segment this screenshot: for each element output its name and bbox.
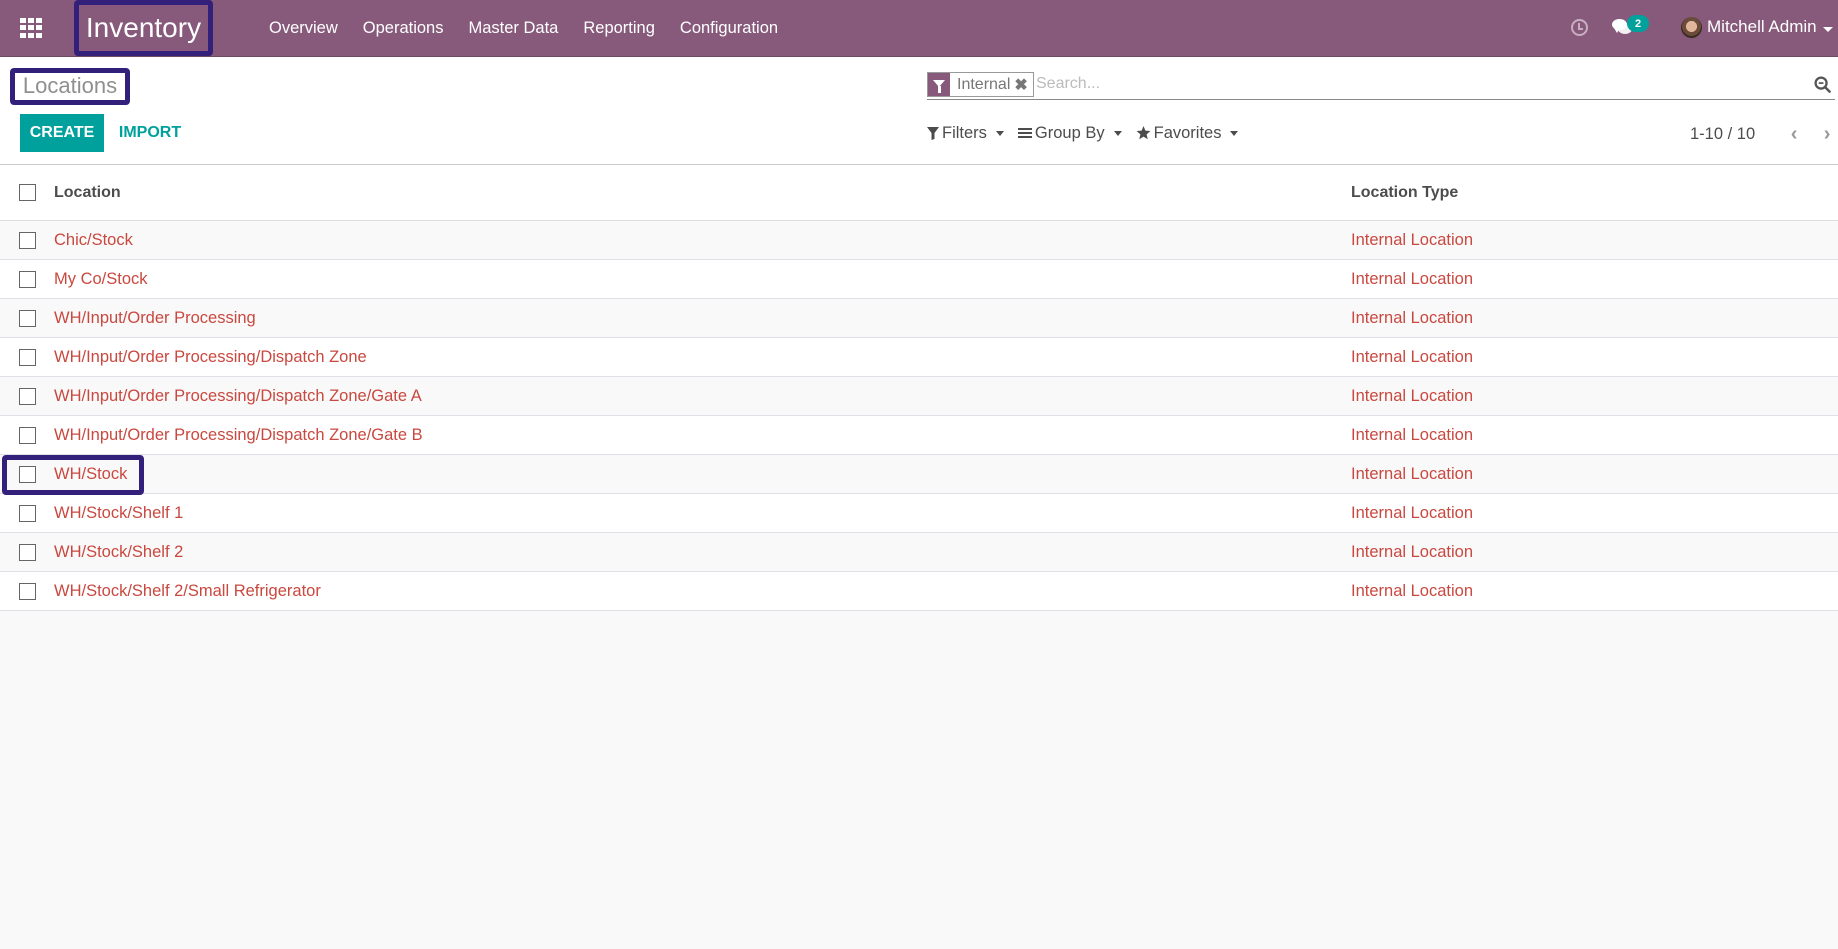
location-cell[interactable]: My Co/Stock — [54, 270, 148, 289]
location-type-cell[interactable]: Internal Location — [1351, 270, 1473, 289]
search-icon[interactable] — [1814, 76, 1831, 93]
caret-down-icon — [1113, 130, 1122, 136]
column-header-location-type[interactable]: Location Type — [1351, 184, 1458, 202]
apps-grid-icon[interactable] — [20, 18, 42, 38]
list-body: Chic/Stock Internal Location My Co/Stock In… — [0, 221, 1838, 611]
location-cell[interactable]: WH/Stock/Shelf 2 — [54, 543, 183, 562]
group-by-dropdown[interactable]: Group By — [1017, 123, 1122, 143]
app-name[interactable]: Inventory — [74, 0, 213, 56]
remove-facet-icon[interactable]: ✖ — [1014, 75, 1032, 95]
row-checkbox[interactable] — [19, 543, 36, 561]
menu-item-reporting[interactable]: Reporting — [583, 19, 655, 38]
row-checkbox[interactable] — [19, 582, 36, 600]
search-facet: Internal ✖ — [927, 72, 1034, 97]
location-type-cell[interactable]: Internal Location — [1351, 348, 1473, 367]
row-checkbox[interactable] — [19, 231, 36, 249]
filters-dropdown[interactable]: Filters — [927, 124, 1004, 143]
main-menu: Overview Operations Master Data Reportin… — [269, 0, 803, 56]
location-cell[interactable]: WH/Input/Order Processing/Dispatch Zone/… — [54, 426, 423, 445]
table-row[interactable]: My Co/Stock Internal Location — [0, 260, 1838, 299]
location-type-cell[interactable]: Internal Location — [1351, 387, 1473, 406]
list-header: Location Location Type — [0, 165, 1838, 221]
menu-item-overview[interactable]: Overview — [269, 19, 338, 38]
table-row[interactable]: WH/Stock/Shelf 2 Internal Location — [0, 533, 1838, 572]
caret-down-icon[interactable] — [1823, 27, 1833, 32]
top-navbar: Inventory Overview Operations Master Dat… — [0, 0, 1838, 57]
location-cell[interactable]: WH/Stock/Shelf 2/Small Refrigerator — [54, 582, 321, 601]
location-cell[interactable]: WH/Input/Order Processing — [54, 309, 256, 328]
table-row[interactable]: WH/Stock/Shelf 2/Small Refrigerator Inter… — [0, 572, 1838, 611]
caret-down-icon — [1230, 130, 1239, 136]
table-row[interactable]: WH/Stock Internal Location — [0, 455, 1838, 494]
row-checkbox[interactable] — [19, 426, 36, 444]
menu-item-master-data[interactable]: Master Data — [468, 19, 558, 38]
select-all-checkbox[interactable] — [19, 184, 36, 201]
search-options: Filters Group By Favorites — [927, 119, 1252, 147]
menu-item-operations[interactable]: Operations — [363, 19, 444, 38]
location-cell[interactable]: WH/Input/Order Processing/Dispatch Zone/… — [54, 387, 422, 406]
location-type-cell[interactable]: Internal Location — [1351, 543, 1473, 562]
bars-icon — [1017, 128, 1032, 138]
clock-icon[interactable] — [1571, 19, 1588, 36]
locations-list: Location Location Type Chic/Stock Interna… — [0, 165, 1838, 611]
location-type-cell[interactable]: Internal Location — [1351, 231, 1473, 250]
pager-value[interactable]: 1-10 / 10 — [1690, 125, 1755, 144]
import-button[interactable]: IMPORT — [113, 114, 187, 152]
location-cell[interactable]: WH/Input/Order Processing/Dispatch Zone — [54, 348, 367, 367]
user-menu[interactable]: Mitchell Admin — [1707, 17, 1817, 37]
location-cell[interactable]: WH/Stock/Shelf 1 — [54, 504, 183, 523]
caret-down-icon — [995, 130, 1004, 136]
table-row[interactable]: WH/Input/Order Processing/Dispatch Zone/… — [0, 377, 1838, 416]
star-icon — [1136, 126, 1151, 140]
location-type-cell[interactable]: Internal Location — [1351, 465, 1473, 484]
table-row[interactable]: WH/Input/Order Processing Internal Locati… — [0, 299, 1838, 338]
table-row[interactable]: WH/Stock/Shelf 1 Internal Location — [0, 494, 1838, 533]
facet-label: Internal — [957, 75, 1011, 93]
favorites-label: Favorites — [1153, 123, 1222, 142]
location-type-cell[interactable]: Internal Location — [1351, 309, 1473, 328]
table-row[interactable]: WH/Input/Order Processing/Dispatch Zone/… — [0, 416, 1838, 455]
control-panel: Locations CREATE IMPORT Internal ✖ Filte… — [0, 57, 1838, 165]
messages-count-badge: 2 — [1627, 15, 1649, 32]
row-checkbox[interactable] — [19, 270, 36, 288]
row-checkbox[interactable] — [19, 387, 36, 405]
column-header-location[interactable]: Location — [54, 184, 121, 202]
location-type-cell[interactable]: Internal Location — [1351, 582, 1473, 601]
filters-label: Filters — [942, 123, 987, 142]
location-cell[interactable]: Chic/Stock — [54, 231, 133, 250]
user-avatar[interactable] — [1681, 17, 1702, 38]
search-bar: Internal ✖ — [927, 71, 1835, 100]
filter-icon — [927, 126, 939, 140]
location-cell[interactable]: WH/Stock — [54, 465, 127, 484]
table-row[interactable]: Chic/Stock Internal Location — [0, 221, 1838, 260]
row-checkbox[interactable] — [19, 348, 36, 366]
row-checkbox[interactable] — [19, 309, 36, 327]
breadcrumb-title: Locations — [10, 68, 130, 105]
pager-next-icon[interactable]: › — [1817, 122, 1837, 146]
favorites-dropdown[interactable]: Favorites — [1136, 124, 1239, 143]
row-checkbox[interactable] — [19, 465, 36, 483]
pager: 1-10 / 10 ‹ › — [1690, 120, 1837, 148]
menu-item-configuration[interactable]: Configuration — [680, 19, 778, 38]
group-by-label: Group By — [1034, 123, 1105, 142]
location-type-cell[interactable]: Internal Location — [1351, 426, 1473, 445]
pager-previous-icon[interactable]: ‹ — [1784, 122, 1804, 146]
filter-icon — [928, 73, 950, 96]
create-button[interactable]: CREATE — [20, 114, 104, 152]
location-type-cell[interactable]: Internal Location — [1351, 504, 1473, 523]
table-row[interactable]: WH/Input/Order Processing/Dispatch Zone I… — [0, 338, 1838, 377]
row-checkbox[interactable] — [19, 504, 36, 522]
search-input[interactable] — [1036, 71, 1736, 97]
